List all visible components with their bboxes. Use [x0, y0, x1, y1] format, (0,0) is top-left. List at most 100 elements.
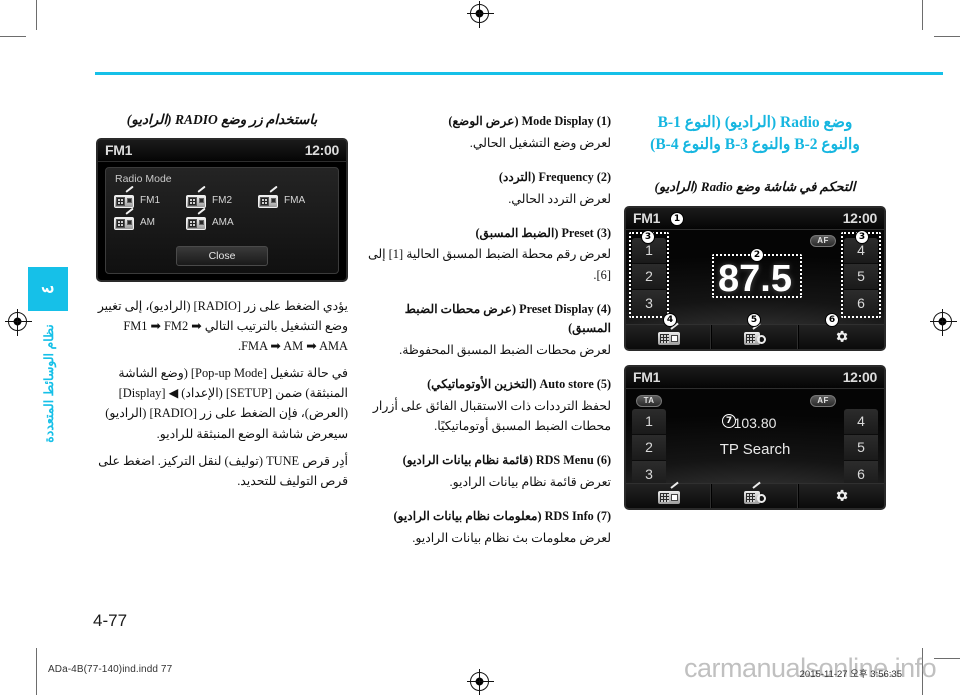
- radio-mode-label: FMA: [284, 194, 306, 206]
- radio-mode-label: FM2: [212, 194, 232, 206]
- middle-column: (1) Mode Display (عرض الوضع) لعرض وضع ال…: [368, 112, 611, 563]
- feature-title: (3) Preset (الضبط المسبق): [475, 225, 611, 240]
- footer-filename: ADa-4B(77-140)ind.indd 77: [48, 664, 173, 675]
- popup-source-label: FM1: [105, 142, 133, 158]
- page-number: 4-77: [93, 611, 128, 630]
- feature-item-2: (2) Frequency (التردد) لعرض التردد الحال…: [368, 168, 611, 209]
- soft-key-settings[interactable]: [799, 484, 884, 508]
- radio-mode-dialog: Radio Mode FM1 FM2 FMA AM AMA Close: [105, 167, 339, 274]
- chapter-label-wrap: نظام الوسائط المتعددة: [20, 318, 76, 448]
- crop-mark-top-left-v: [36, 0, 37, 30]
- gear-icon: [836, 331, 848, 343]
- radio-mode-ama[interactable]: AMA: [186, 207, 258, 230]
- radio-popup-screen: FM1 12:00 Radio Mode FM1 FM2 FMA AM AMA …: [96, 138, 348, 282]
- ta-badge: TA: [636, 394, 662, 407]
- feature-item-4: (4) Preset Display (عرض محطات الضبط المس…: [368, 300, 611, 361]
- bottom-clock: 12:00: [842, 368, 878, 385]
- bottom-soft-key-bar: [626, 481, 884, 508]
- feature-desc: لعرض محطات الضبط المسبق المحفوظة.: [399, 343, 611, 358]
- feature-item-7: (7) RDS Info (معلومات نظام بيانات الرادي…: [368, 507, 611, 548]
- af-badge: AF: [810, 394, 836, 407]
- feature-title: (6) RDS Menu (قائمة نظام بيانات الراديو): [402, 453, 611, 468]
- radio-mode-grid: FM1 FM2 FMA AM AMA: [114, 185, 330, 230]
- feature-desc: لعرض التردد الحالي.: [508, 191, 611, 206]
- top-radio-main: AF 1 2 3 4 5 6 87.5: [626, 229, 884, 324]
- radio-screen-top: FM1 12:00 1 AF 1 2 3 4 5 6 87.5 2 3 3 4 …: [624, 205, 886, 351]
- feature-item-5: (5) Auto store (التخزين الأوتوماتيكي) لح…: [368, 375, 611, 436]
- soft-key-radio-search[interactable]: [712, 481, 799, 508]
- left-heading: باستخدام زر وضع RADIO (الراديو): [126, 112, 318, 127]
- crop-mark-top-right-h: [934, 36, 960, 37]
- radio-icon: [258, 185, 278, 208]
- callout-1: 1: [670, 211, 684, 226]
- feature-item-6: (6) RDS Menu (قائمة نظام بيانات الراديو)…: [368, 451, 611, 492]
- crop-mark-top-right-v: [922, 0, 923, 30]
- registration-mark-bottom: [467, 669, 494, 695]
- radio-mode-title: Radio Mode: [115, 173, 172, 185]
- radio-icon: [186, 207, 206, 230]
- feature-title: (4) Preset Display (عرض محطات الضبط المس…: [404, 301, 611, 336]
- soft-key-settings[interactable]: [799, 325, 884, 349]
- right-column: وضع Radio (الراديو) (النوع B-1 والنوع B-…: [624, 112, 886, 524]
- radio-icon: [186, 185, 206, 208]
- feature-title: (2) Frequency (التردد): [498, 169, 611, 184]
- close-button[interactable]: Close: [176, 246, 268, 266]
- feature-desc: لعرض رقم محطة الضبط المسبق الحالية [1] إ…: [368, 247, 611, 282]
- callout-6: 6: [825, 312, 839, 327]
- footer-timestamp: 2015-11-27 오후 3:56:35: [799, 669, 902, 680]
- radio-icon: [114, 207, 134, 230]
- popup-status-bar: FM1 12:00: [98, 140, 346, 162]
- registration-mark-top: [467, 1, 494, 28]
- top-status-bar: FM1 12:00: [626, 207, 884, 230]
- feature-item-1: (1) Mode Display (عرض الوضع) لعرض وضع ال…: [368, 112, 611, 153]
- feature-item-3: (3) Preset (الضبط المسبق) لعرض رقم محطة …: [368, 224, 611, 285]
- radio-mode-fm2[interactable]: FM2: [186, 185, 258, 208]
- radio-list-icon: [657, 322, 680, 345]
- radio-search-icon: [743, 481, 766, 504]
- feature-title: (5) Auto store (التخزين الأوتوماتيكي): [427, 377, 611, 392]
- crop-mark-bottom-right-h: [934, 658, 960, 659]
- rds-status-text: TP Search: [719, 440, 791, 458]
- radio-icon: [114, 185, 134, 208]
- radio-mode-label: AM: [140, 216, 155, 228]
- soft-key-radio-list[interactable]: [626, 322, 713, 349]
- manual-page: ٤ نظام الوسائط المتعددة باستخدام زر وضع …: [0, 0, 960, 695]
- popup-clock: 12:00: [304, 142, 340, 158]
- radio-mode-empty: [258, 214, 330, 230]
- callout-2: 2: [750, 247, 764, 262]
- feature-desc: لعرض معلومات بث نظام بيانات الراديو.: [412, 530, 611, 545]
- chapter-label: نظام الوسائط المتعددة: [41, 324, 56, 443]
- af-badge: AF: [810, 234, 836, 247]
- radio-mode-fma[interactable]: FMA: [258, 185, 330, 208]
- callout-3-right: 3: [855, 229, 869, 244]
- left-paragraph-2: في حالة تشغيل [Pop-up Mode] (وضع الشاشة …: [105, 366, 348, 441]
- radio-search-icon: [743, 322, 766, 345]
- bottom-radio-main: TA AF 1 2 3 4 5 6 103.80 TP Search: [626, 388, 884, 487]
- soft-key-radio-search[interactable]: [712, 322, 799, 349]
- highlight-box-presets-left: [629, 231, 669, 318]
- feature-desc: لعرض وضع التشغيل الحالي.: [469, 135, 611, 150]
- radio-mode-label: AMA: [212, 216, 234, 228]
- chapter-tab: ٤: [28, 267, 68, 311]
- radio-mode-am[interactable]: AM: [114, 207, 186, 230]
- gear-icon: [836, 490, 848, 502]
- crop-mark-top-left-h: [0, 36, 26, 37]
- section-subheading: التحكم في شاشة وضع Radio (الراديو): [654, 178, 856, 194]
- radio-mode-label: FM1: [140, 194, 160, 206]
- left-paragraph-1: يؤدي الضغط على زر [RADIO] (الراديو)، إلى…: [97, 299, 348, 354]
- header-rule: [95, 72, 943, 75]
- registration-mark-right: [930, 309, 957, 336]
- callout-5: 5: [747, 312, 761, 327]
- soft-key-radio-list[interactable]: [626, 481, 713, 508]
- section-heading-line1: وضع Radio (الراديو) (النوع B-1: [657, 114, 853, 131]
- feature-title: (1) Mode Display (عرض الوضع): [448, 114, 611, 128]
- chapter-number: ٤: [38, 284, 58, 294]
- callout-7: 7: [722, 413, 736, 428]
- feature-desc: لحفظ الترددات ذات الاستقبال الفائق على أ…: [372, 399, 611, 434]
- frequency-display: 103.80: [733, 414, 777, 431]
- radio-list-icon: [657, 481, 680, 504]
- crop-mark-bottom-left-v: [36, 648, 37, 695]
- top-source-label: FM1: [633, 209, 661, 226]
- radio-mode-fm1[interactable]: FM1: [114, 185, 186, 208]
- top-soft-key-bar: [626, 322, 884, 349]
